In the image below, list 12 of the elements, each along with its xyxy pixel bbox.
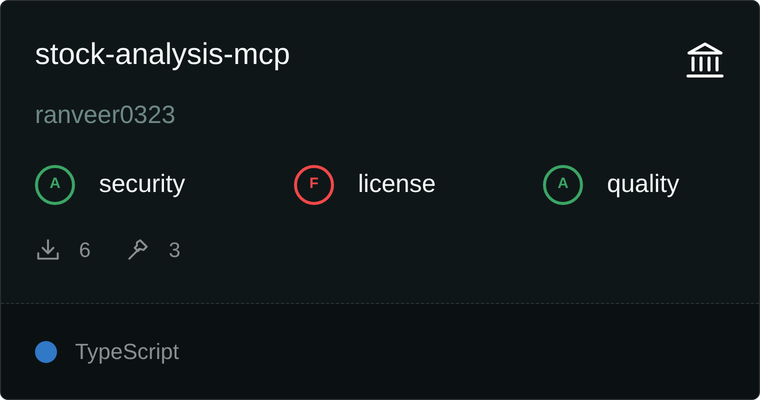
grade-label: security: [99, 168, 186, 200]
repo-title[interactable]: stock-analysis-mcp: [35, 37, 290, 73]
download-count: 6: [79, 238, 91, 264]
bank-icon: [685, 41, 725, 79]
language-name: TypeScript: [75, 338, 179, 366]
author-name[interactable]: ranveer0323: [35, 97, 725, 134]
grade-badge: F: [294, 164, 334, 204]
grade-badge: A: [543, 164, 583, 204]
grade-label: license: [358, 168, 436, 200]
grade-label: quality: [607, 168, 680, 200]
tool-count: 3: [168, 238, 180, 264]
grade-badge: A: [35, 164, 75, 204]
